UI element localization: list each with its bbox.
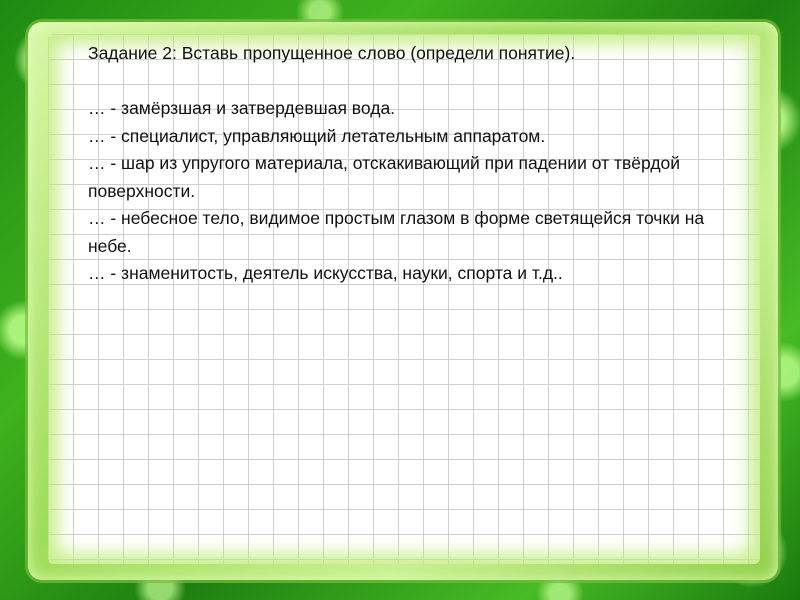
task-title: Задание 2: Вставь пропущенное слово (опр…: [88, 43, 576, 63]
task-item-ice: … - замёрзшая и затвердевшая вода.: [88, 98, 396, 118]
task-item-ball: … - шар из упругого материала, отскакива…: [88, 153, 681, 201]
task-item-pilot: … - специалист, управляющий летательным …: [88, 125, 546, 146]
slide-content: Задание 2: Вставь пропущенное слово (опр…: [88, 40, 738, 288]
task-item-star: … - небесное тело, видимое простым глазо…: [88, 208, 705, 256]
task-item-celebrity: … - знаменитость, деятель искусства, нау…: [88, 263, 563, 283]
